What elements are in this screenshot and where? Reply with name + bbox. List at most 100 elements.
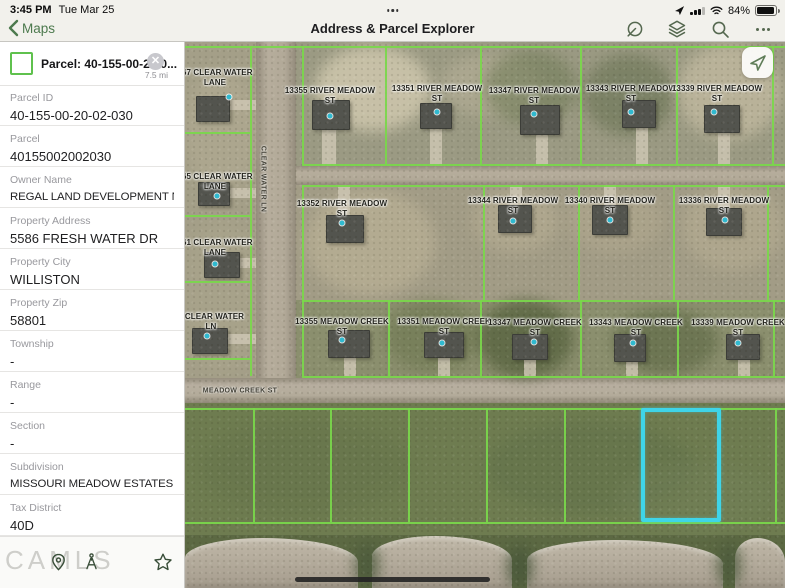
parcel-label[interactable]: 467 CLEAR WATERLANE: [185, 68, 253, 88]
field-label: Property Zip: [10, 297, 174, 310]
parcel-label[interactable]: 461 CLEAR WATERLANE: [185, 238, 253, 258]
locate-button[interactable]: [742, 47, 773, 78]
field-value: -: [10, 353, 174, 370]
parcel-label[interactable]: 13355 MEADOW CREEKST: [295, 317, 389, 337]
field-list: Parcel ID40-155-00-20-02-030Parcel401550…: [0, 85, 184, 536]
close-icon[interactable]: ✕: [147, 53, 164, 70]
bush-patch: [717, 542, 741, 588]
field-row: Property Zip58801: [0, 290, 184, 331]
field-row: Tax District40D: [0, 495, 184, 536]
parcel-boundary-line: [302, 376, 785, 378]
parcel-marker[interactable]: [227, 95, 232, 100]
parcel-boundary-line: [385, 46, 387, 164]
map-canvas[interactable]: CLEAR WATER LNMEADOW CREEK ST13355 RIVER…: [185, 42, 785, 588]
parcel-marker[interactable]: [440, 341, 445, 346]
parcel-boundary-line: [302, 300, 785, 302]
field-label: Township: [10, 338, 174, 351]
parcel-label[interactable]: 465 CLEAR WATERLANE: [185, 172, 253, 192]
parcel-marker[interactable]: [340, 338, 345, 343]
parcel-marker[interactable]: [511, 219, 516, 224]
parcel-marker[interactable]: [205, 334, 210, 339]
parcel-marker[interactable]: [532, 112, 537, 117]
parcel-label[interactable]: 13351 MEADOW CREEKST: [397, 317, 491, 337]
star-icon[interactable]: [153, 552, 173, 572]
battery-percent: 84%: [728, 5, 750, 17]
parcel-boundary-line: [388, 300, 390, 376]
selected-parcel-highlight[interactable]: [641, 408, 721, 522]
parcel-label[interactable]: 13347 RIVER MEADOWST: [489, 86, 579, 106]
parcel-boundary-line: [250, 46, 252, 376]
field-value: WILLISTON: [10, 271, 174, 288]
parcel-marker[interactable]: [723, 218, 728, 223]
parcel-boundary-line: [486, 408, 488, 522]
field-value: 40D: [10, 517, 174, 534]
field-row: Township -: [0, 331, 184, 372]
parcel-boundary-line: [775, 408, 777, 522]
field-label: Subdivision: [10, 461, 174, 474]
field-row: Parcel40155002002030: [0, 126, 184, 167]
parcel-label[interactable]: 13355 RIVER MEADOWST: [285, 86, 375, 106]
driveway: [718, 133, 730, 166]
parcel-label[interactable]: 13339 MEADOW CREEKST: [691, 318, 785, 338]
parcel-marker[interactable]: [712, 110, 717, 115]
sketch-icon[interactable]: [624, 19, 644, 39]
parcel-marker[interactable]: [608, 218, 613, 223]
field-label: Range: [10, 379, 174, 392]
house: [704, 105, 740, 133]
parcel-boundary-line: [302, 164, 785, 166]
parcel-label[interactable]: 13343 MEADOW CREEKST: [589, 318, 683, 338]
parcel-marker[interactable]: [532, 340, 537, 345]
parcel-label[interactable]: 13339 RIVER MEADOWST: [672, 84, 762, 104]
parcel-label[interactable]: 13351 RIVER MEADOWST: [392, 84, 482, 104]
parcel-marker[interactable]: [629, 110, 634, 115]
field-row: Range-: [0, 372, 184, 413]
app-window: 3:45 PMTue Mar 25 84%: [0, 0, 785, 588]
parcel-boundary-line: [676, 46, 678, 164]
tower-icon[interactable]: [81, 552, 101, 572]
field-row: Property City WILLISTON: [0, 249, 184, 290]
house: [196, 96, 230, 122]
parcel-marker[interactable]: [340, 221, 345, 226]
field-value: 40155002002030: [10, 148, 174, 165]
parcel-marker[interactable]: [736, 341, 741, 346]
parcel-marker[interactable]: [213, 262, 218, 267]
field-label: Property City: [10, 256, 174, 269]
parcel-boundary-line: [480, 46, 482, 164]
driveway: [240, 258, 256, 268]
parcel-marker[interactable]: [435, 110, 440, 115]
parcel-boundary-line: [408, 408, 410, 522]
parcel-marker[interactable]: [215, 194, 220, 199]
parcel-label[interactable]: 0 CLEAR WATERLN: [185, 312, 244, 332]
parcel-boundary-line: [185, 358, 250, 360]
layers-icon[interactable]: [667, 19, 687, 39]
pin-icon[interactable]: [48, 552, 68, 572]
field-label: Parcel ID: [10, 92, 174, 105]
parcel-boundary-line: [185, 215, 250, 217]
field-value: 5586 FRESH WATER DR: [10, 230, 174, 247]
status-bar: 3:45 PMTue Mar 25 84%: [0, 2, 785, 18]
parcel-label[interactable]: 13336 RIVER MEADOWST: [679, 196, 769, 216]
parcel-label[interactable]: 13343 RIVER MEADOWST: [586, 84, 676, 104]
driveway: [230, 100, 256, 110]
parcel-label[interactable]: 13352 RIVER MEADOWST: [297, 199, 387, 219]
parcel-label[interactable]: 13347 MEADOW CREEKST: [488, 318, 582, 338]
parcel-boundary-line: [673, 185, 675, 300]
parcel-boundary-line: [580, 300, 582, 376]
field-row: Parcel ID40-155-00-20-02-030: [0, 85, 184, 126]
parcel-marker[interactable]: [631, 341, 636, 346]
house: [420, 103, 452, 129]
bush-patch: [507, 546, 533, 588]
parcel-boundary-line: [185, 132, 250, 134]
parcel-label[interactable]: 13344 RIVER MEADOWST: [468, 196, 558, 216]
more-icon[interactable]: [753, 19, 773, 39]
house: [520, 105, 560, 135]
driveway: [322, 130, 336, 166]
parcel-detail-panel[interactable]: Parcel: 40-155-00-20-0... ✕ 7.5 mi Parce…: [0, 42, 185, 588]
parcel-marker[interactable]: [328, 114, 333, 119]
parcel-boundary-line: [302, 300, 304, 376]
driveway: [536, 135, 548, 166]
search-icon[interactable]: [710, 19, 730, 39]
parcel-boundary-line: [330, 408, 332, 522]
home-indicator[interactable]: [295, 577, 490, 582]
parcel-label[interactable]: 13340 RIVER MEADOWST: [565, 196, 655, 216]
